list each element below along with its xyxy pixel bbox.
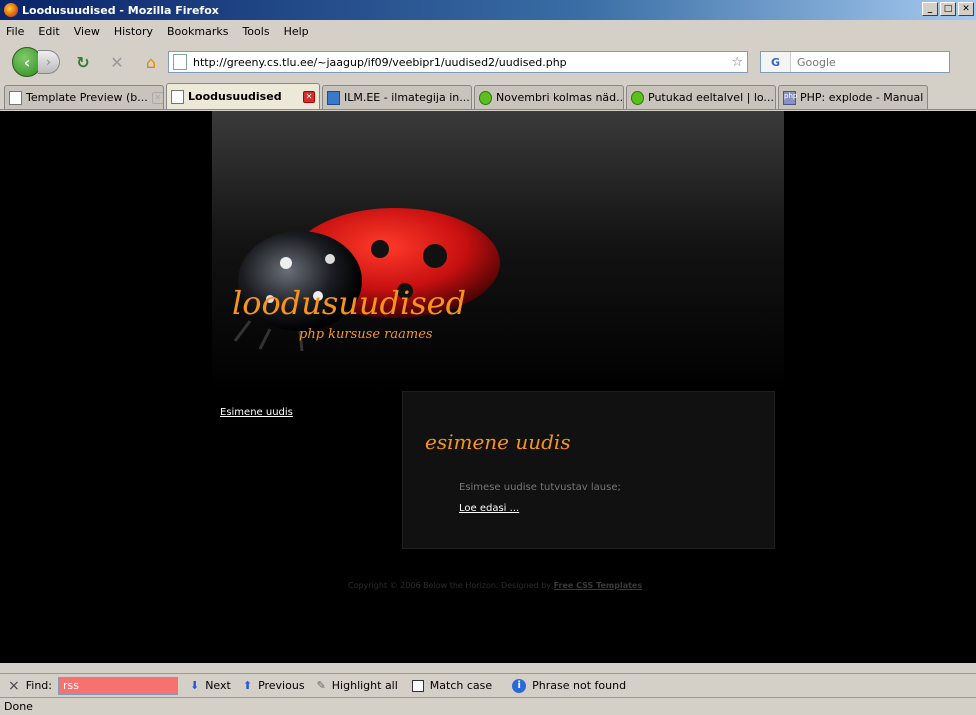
info-icon: i (512, 678, 527, 693)
menu-view[interactable]: View (74, 25, 100, 38)
menu-tools[interactable]: Tools (242, 25, 269, 38)
page-viewport: loodusuudised php kursuse raames Esimene… (0, 111, 976, 663)
tab-label: Loodusuudised (188, 90, 282, 103)
read-more-link[interactable]: Loe edasi ... (459, 503, 519, 514)
find-label: Find: (25, 679, 52, 692)
tab-putukad[interactable]: Putukad eeltalvel | lo... ✕ (626, 85, 776, 109)
page-icon (9, 90, 22, 105)
tab-close-icon[interactable]: ✕ (927, 92, 928, 104)
maximize-icon[interactable]: □ (940, 2, 956, 16)
navigation-toolbar: ‹ › ↻ ✕ ⌂ http://greeny.cs.tlu.ee/~jaagu… (0, 42, 976, 82)
find-bar: × Find: rss ⬇ Next ⬆ Previous ✎ Highligh… (0, 673, 976, 697)
url-bar[interactable]: http://greeny.cs.tlu.ee/~jaagup/if09/vee… (168, 51, 748, 73)
copyright-link[interactable]: Free CSS Templates (554, 581, 643, 590)
php-icon: php (783, 90, 797, 105)
firefox-logo-icon (4, 3, 18, 17)
url-text: http://greeny.cs.tlu.ee/~jaagup/if09/vee… (193, 55, 567, 69)
tab-ilm[interactable]: ILM.EE - ilmategija in... ✕ (322, 85, 472, 109)
window-titlebar: Loodusuudised - Mozilla Firefox _ □ ✕ (0, 0, 976, 20)
menu-bar: File Edit View History Bookmarks Tools H… (0, 20, 976, 42)
tab-novembri[interactable]: Novembri kolmas näd... ✕ (474, 85, 624, 109)
find-close-icon[interactable]: × (8, 678, 20, 694)
tab-close-icon[interactable]: ✕ (151, 91, 163, 104)
tab-strip: Template Preview (b... ✕ Loodusuudised ✕… (0, 82, 976, 110)
find-next-button[interactable]: Next (205, 679, 231, 692)
close-window-icon[interactable]: ✕ (958, 2, 974, 16)
search-box[interactable]: G Google (760, 51, 950, 73)
previous-arrow-icon[interactable]: ⬆ (243, 679, 252, 692)
find-status: Phrase not found (532, 679, 627, 692)
menu-file[interactable]: File (6, 25, 24, 38)
home-icon[interactable]: ⌂ (140, 53, 162, 72)
tab-label: PHP: explode - Manual (800, 91, 924, 104)
tab-php[interactable]: php PHP: explode - Manual ✕ (778, 85, 928, 109)
tab-label: Putukad eeltalvel | lo... (648, 91, 774, 104)
news-text: Esimese uudise tutvustav lause; (459, 482, 621, 493)
site-title: loodusuudised (232, 284, 467, 322)
match-case-label[interactable]: Match case (430, 679, 492, 692)
highlight-all-button[interactable]: Highlight all (332, 679, 398, 692)
tab-template-preview[interactable]: Template Preview (b... ✕ (4, 85, 164, 109)
leaf-icon (631, 90, 644, 105)
site-subtitle: php kursuse raames (299, 327, 433, 342)
find-previous-button[interactable]: Previous (258, 679, 305, 692)
news-box: esimene uudis Esimese uudise tutvustav l… (402, 391, 775, 549)
menu-history[interactable]: History (114, 25, 153, 38)
tab-label: ILM.EE - ilmategija in... (344, 91, 470, 104)
forward-button[interactable]: › (38, 50, 60, 74)
tab-loodusuudised[interactable]: Loodusuudised ✕ (166, 83, 320, 109)
status-bar: Done (0, 697, 976, 715)
sidebar-link-esimene-uudis[interactable]: Esimene uudis (220, 407, 293, 418)
page-icon (173, 54, 187, 70)
menu-bookmarks[interactable]: Bookmarks (167, 25, 228, 38)
tab-label: Template Preview (b... (26, 91, 148, 104)
reload-icon[interactable]: ↻ (72, 53, 94, 72)
page-icon (171, 89, 184, 104)
menu-edit[interactable]: Edit (38, 25, 59, 38)
tab-close-icon[interactable]: ✕ (303, 90, 315, 103)
copyright: Copyright © 2006 Below the Horizon. Desi… (348, 581, 642, 590)
news-title: esimene uudis (425, 430, 571, 454)
bookmark-star-icon[interactable]: ☆ (731, 55, 743, 70)
stop-icon[interactable]: ✕ (106, 53, 128, 72)
tab-label: Novembri kolmas näd... (496, 91, 624, 104)
window-controls: _ □ ✕ (922, 2, 974, 16)
match-case-checkbox[interactable] (411, 679, 424, 692)
find-input[interactable]: rss (57, 676, 178, 695)
minimize-icon[interactable]: _ (922, 2, 938, 16)
search-placeholder: Google (797, 55, 836, 69)
window-title: Loodusuudised - Mozilla Firefox (22, 3, 219, 17)
copyright-text: Copyright © 2006 Below the Horizon. Desi… (348, 581, 552, 590)
google-icon[interactable]: G (761, 52, 791, 72)
menu-help[interactable]: Help (284, 25, 309, 38)
ilm-icon (327, 90, 340, 105)
highlight-icon[interactable]: ✎ (317, 679, 326, 692)
status-text: Done (4, 700, 33, 713)
next-arrow-icon[interactable]: ⬇ (190, 679, 199, 692)
leaf-icon (479, 90, 492, 105)
